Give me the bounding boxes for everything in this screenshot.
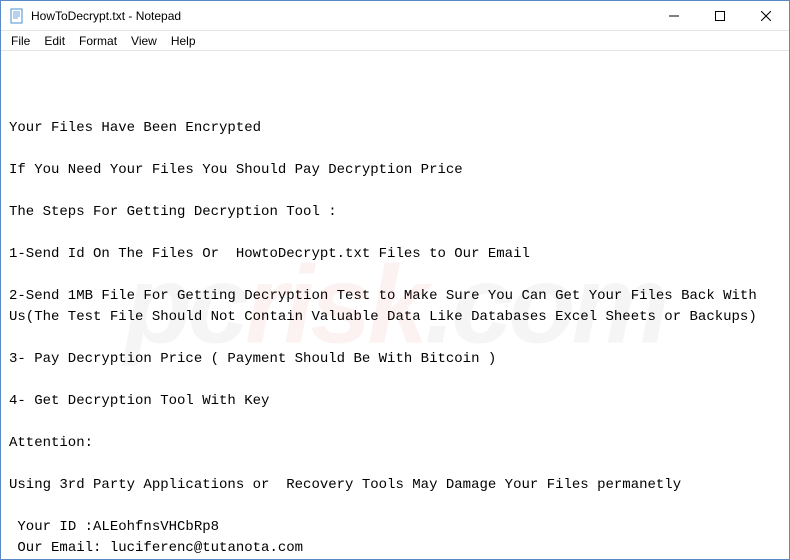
- close-button[interactable]: [743, 1, 789, 30]
- notepad-window: HowToDecrypt.txt - Notepad File: [0, 0, 790, 560]
- minimize-button[interactable]: [651, 1, 697, 30]
- menu-help[interactable]: Help: [165, 33, 202, 49]
- notepad-icon: [9, 8, 25, 24]
- maximize-icon: [715, 11, 725, 21]
- menu-bar: File Edit Format View Help: [1, 31, 789, 51]
- maximize-button[interactable]: [697, 1, 743, 30]
- menu-file[interactable]: File: [5, 33, 36, 49]
- title-bar: HowToDecrypt.txt - Notepad: [1, 1, 789, 31]
- minimize-icon: [669, 11, 679, 21]
- menu-view[interactable]: View: [125, 33, 163, 49]
- title-left: HowToDecrypt.txt - Notepad: [1, 8, 181, 24]
- menu-format[interactable]: Format: [73, 33, 123, 49]
- text-area[interactable]: pcrisk.com Your Files Have Been Encrypte…: [1, 51, 789, 559]
- close-icon: [761, 11, 771, 21]
- menu-edit[interactable]: Edit: [38, 33, 71, 49]
- window-controls: [651, 1, 789, 30]
- window-title: HowToDecrypt.txt - Notepad: [31, 9, 181, 23]
- document-text: Your Files Have Been Encrypted If You Ne…: [9, 118, 781, 559]
